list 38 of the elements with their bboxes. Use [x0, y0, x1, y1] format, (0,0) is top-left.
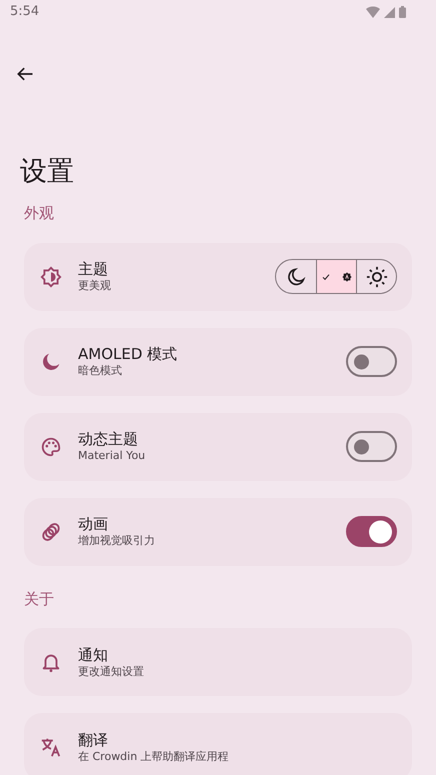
setting-title: 翻译 [78, 730, 109, 750]
theme-mode-selector[interactable] [275, 259, 397, 294]
battery-icon [399, 6, 406, 18]
toggle-switch[interactable] [346, 346, 397, 378]
settings-card[interactable]: AMOLED 模式 暗色模式 [24, 328, 412, 396]
setting-subtitle: 增加视觉吸引力 [78, 534, 156, 548]
setting-subtitle: 更美观 [78, 279, 112, 294]
setting-title: 动画 [78, 515, 109, 534]
sun-icon [366, 266, 388, 288]
setting-title: AMOLED 模式 [78, 345, 178, 364]
setting-title: 动态主题 [78, 430, 139, 450]
settings-card[interactable]: 翻译 在 Crowdin 上帮助翻译应用程 [24, 713, 412, 775]
settings-card[interactable]: 通知 更改通知设置 [24, 628, 412, 696]
setting-subtitle: Material You [78, 449, 146, 464]
setting-subtitle: 更改通知设置 [78, 664, 145, 679]
moon-icon [286, 266, 306, 287]
setting-subtitle: 在 Crowdin 上帮助翻译应用程 [78, 750, 230, 764]
section-header: 外观 [24, 203, 55, 224]
brightness-icon [40, 266, 62, 288]
theme-mode-option[interactable] [316, 260, 356, 294]
page-title: 设置 [20, 156, 75, 188]
rings-icon [40, 520, 62, 543]
palette-icon [40, 436, 62, 458]
setting-title: 主题 [78, 260, 109, 280]
auto-brightness-icon [342, 272, 352, 282]
setting-title: 通知 [78, 646, 109, 665]
settings-card[interactable]: 动画 增加视觉吸引力 [24, 498, 412, 566]
section-header: 关于 [24, 588, 55, 610]
signal-icon [384, 6, 395, 18]
translate-icon [40, 736, 62, 758]
toggle-switch[interactable] [346, 431, 397, 462]
settings-card[interactable]: 动态主题 Material You [24, 412, 412, 481]
wifi-icon [366, 6, 380, 18]
check-icon [322, 272, 330, 281]
status-time: 5:54 [10, 3, 40, 22]
settings-card[interactable]: 主题 更美观 [24, 242, 412, 311]
toggle-switch[interactable] [346, 516, 397, 548]
setting-subtitle: 暗色模式 [78, 364, 123, 378]
